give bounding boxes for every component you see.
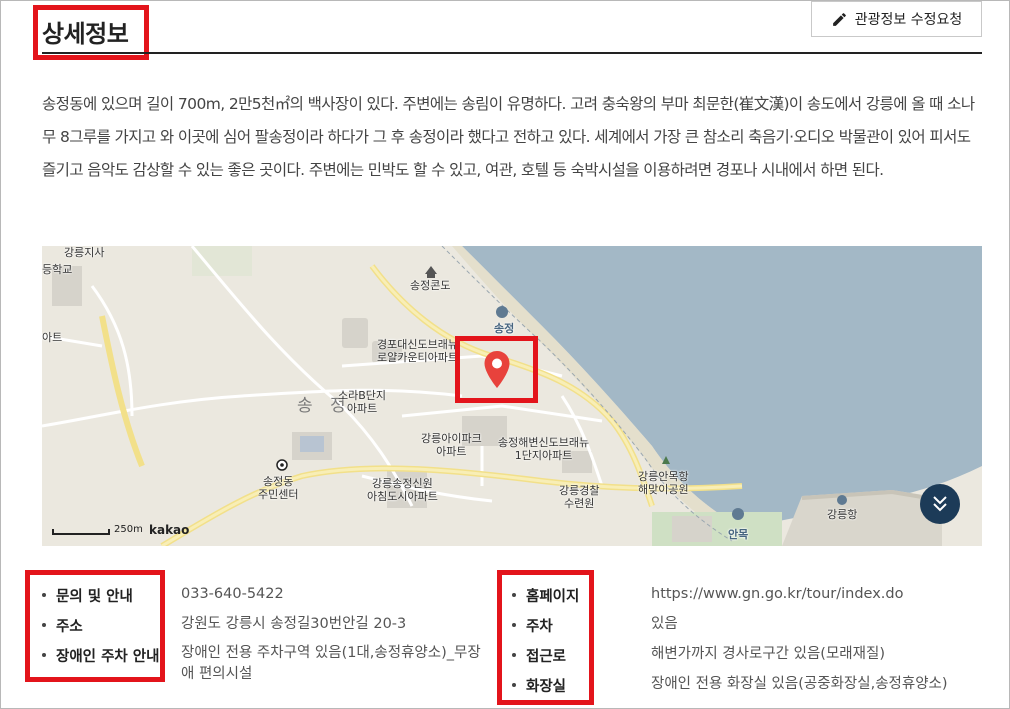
map-label-police-center: 강릉경찰 수련원 <box>559 484 600 510</box>
edit-request-button[interactable]: 관광정보 수정요청 <box>811 1 982 37</box>
map-label-sora-apt: 소라B단지 아파트 <box>338 389 387 415</box>
info-value-restroom: 장애인 전용 화장실 있음(공중화장실,송정휴양소) <box>651 676 948 692</box>
info-value-inquiry: 033-640-5422 <box>181 586 284 602</box>
info-right-highlight-box <box>497 570 594 705</box>
map-scale-bar <box>52 529 110 535</box>
homepage-link[interactable]: https://www.gn.go.kr/tour/index.do <box>651 586 903 602</box>
map-label-sinwon-apt: 강릉송정신원 아침도시아파트 <box>367 477 438 503</box>
info-value-parking: 있음 <box>651 616 678 632</box>
map-view[interactable]: 송 정 강릉지사 등학교 아트 송정콘도 송정 경포대신도브래뉴 로얄카운티아파… <box>42 246 982 546</box>
map-label-anmok: 안목 <box>728 528 749 541</box>
info-value-address: 강원도 강릉시 송정길30번안길 20-3 <box>181 616 407 632</box>
info-value-access-road: 해변가까지 경사로구간 있음(모래재질) <box>651 646 885 662</box>
map-label-haebyeon-apt: 송정해변신도브래뉴 1단지아파트 <box>498 436 590 462</box>
pencil-icon <box>832 12 846 26</box>
map-scale-label: 250m <box>114 524 143 535</box>
double-chevron-down-icon <box>933 496 947 512</box>
info-value-accessible-parking: 장애인 전용 주차구역 있음(1대,송정휴양소)_무장애 편의시설 <box>181 645 481 682</box>
title-divider <box>42 52 982 54</box>
map-label-apt-left: 아트 <box>42 331 63 344</box>
map-provider-logo: kakao <box>149 523 190 537</box>
map-label-anmok-park: 강릉안목항 해맞이공원 <box>638 470 689 496</box>
map-label-school: 등학교 <box>42 263 73 276</box>
edit-request-label: 관광정보 수정요청 <box>854 12 963 28</box>
marker-highlight-box <box>455 336 538 403</box>
description-text: 송정동에 있으며 길이 700m, 2만5천㎡의 백사장이 있다. 주변에는 송… <box>42 95 975 179</box>
info-left-highlight-box <box>25 570 165 682</box>
map-scale: 250m <box>52 524 143 535</box>
map-label-gangneung-jisa: 강릉지사 <box>64 246 105 259</box>
map-label-songjeong-condo: 송정콘도 <box>410 279 451 292</box>
location-pin-icon[interactable] <box>483 350 511 390</box>
map-label-ipark-apt: 강릉아이파크 아파트 <box>421 432 482 458</box>
info-value-homepage: https://www.gn.go.kr/tour/index.do <box>651 584 903 605</box>
map-label-gangneung-port: 강릉항 <box>827 508 858 521</box>
map-label-gyeongpo-apt: 경포대신도브래뉴 로얄카운티아파트 <box>377 338 458 364</box>
map-label-songjeong-beach: 송정 <box>494 322 515 335</box>
scroll-down-button[interactable] <box>920 484 960 524</box>
map-label-community-center: 송정동 주민센터 <box>258 475 299 501</box>
